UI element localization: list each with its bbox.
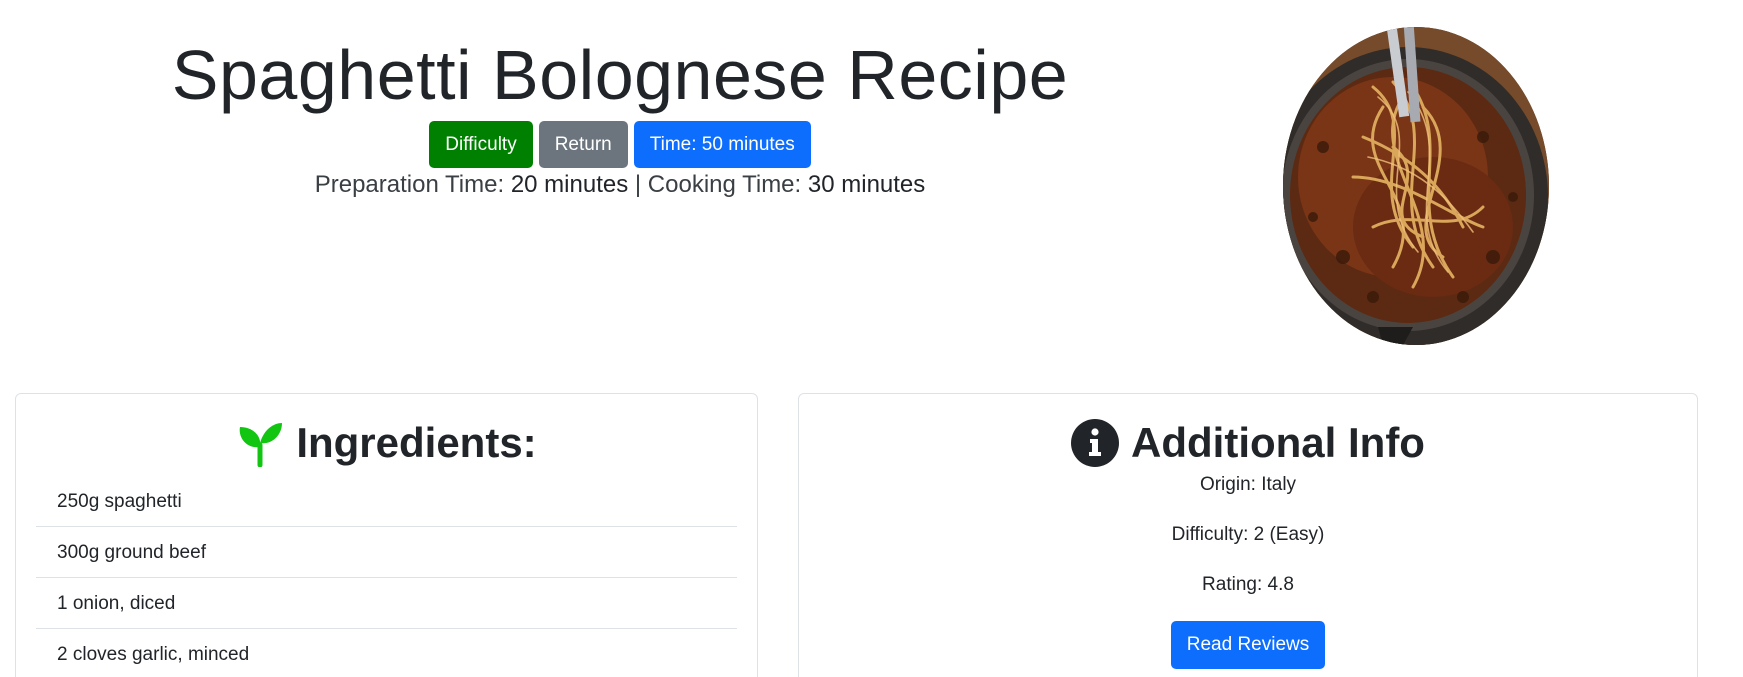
additional-info-heading: Additional Info xyxy=(799,416,1697,470)
ingredients-title: Ingredients: xyxy=(296,419,537,466)
additional-info-title: Additional Info xyxy=(1131,419,1425,466)
sprout-icon xyxy=(236,419,284,467)
rating-text: Rating: 4.8 xyxy=(1202,574,1294,595)
additional-info-card: Additional Info Origin: Italy Difficulty… xyxy=(798,393,1698,677)
cook-time-label: Cooking Time: xyxy=(647,171,802,198)
dish-photo xyxy=(1283,27,1549,345)
dish-image xyxy=(1283,27,1549,345)
return-button[interactable]: Return xyxy=(538,121,628,168)
cook-time-value: 30 minutes xyxy=(807,171,926,198)
recipe-page: Spaghetti Bolognese Recipe Difficulty Re… xyxy=(0,0,1743,677)
list-item: 2 cloves garlic, minced xyxy=(36,629,737,677)
recipe-header: Spaghetti Bolognese Recipe Difficulty Re… xyxy=(0,0,1240,215)
reviews-wrap: Read Reviews xyxy=(799,621,1697,669)
header-button-row: Difficulty Return Time: 50 minutes xyxy=(0,121,1240,168)
ingredients-list: 250g spaghetti 300g ground beef 1 onion,… xyxy=(36,476,737,677)
page-title: Spaghetti Bolognese Recipe xyxy=(171,36,1069,114)
time-separator: | xyxy=(634,171,642,198)
prep-time-value: 20 minutes xyxy=(510,171,629,198)
info-circle-icon xyxy=(1071,419,1120,467)
prep-time-label: Preparation Time: xyxy=(314,171,505,198)
difficulty-text: Difficulty: 2 (Easy) xyxy=(1171,524,1325,545)
difficulty-button[interactable]: Difficulty xyxy=(429,121,533,168)
origin-text: Origin: Italy xyxy=(1199,474,1297,495)
time-button[interactable]: Time: 50 minutes xyxy=(633,121,811,168)
list-item: 1 onion, diced xyxy=(36,578,737,629)
list-item: 250g spaghetti xyxy=(36,476,737,527)
ingredients-heading: Ingredients: xyxy=(16,416,757,470)
time-summary: Preparation Time: 20 minutes | Cooking T… xyxy=(0,169,1240,201)
ingredients-card: Ingredients: 250g spaghetti 300g ground … xyxy=(15,393,758,677)
list-item: 300g ground beef xyxy=(36,527,737,578)
read-reviews-button[interactable]: Read Reviews xyxy=(1170,621,1326,669)
